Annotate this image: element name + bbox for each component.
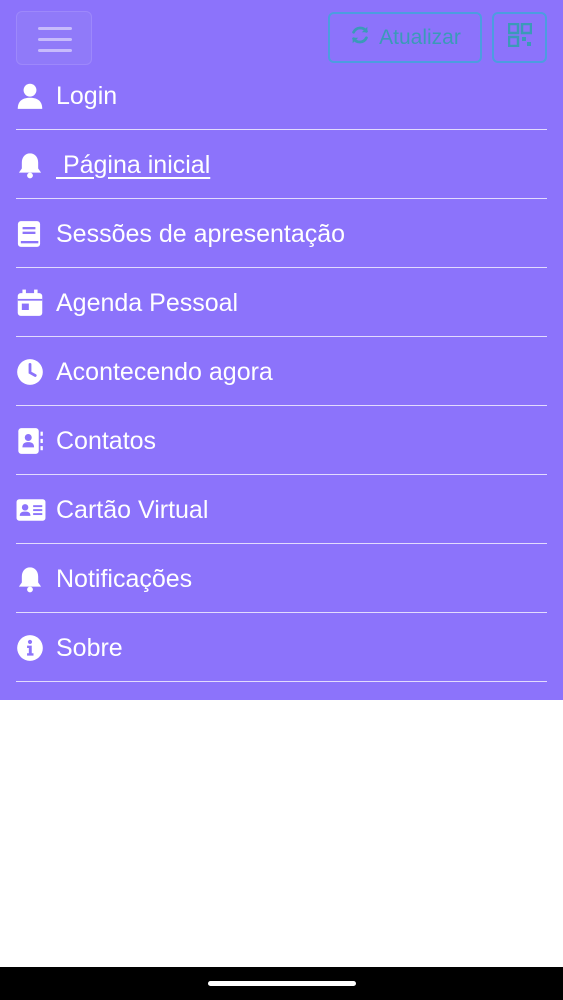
menu-list: Login Página inicial Sessões de apresent…	[16, 61, 547, 682]
user-icon	[16, 79, 50, 113]
menu-item-label: Notificações	[56, 564, 193, 593]
clock-icon	[16, 355, 50, 389]
info-icon	[16, 631, 50, 665]
menu-item-label: Agenda Pessoal	[56, 288, 239, 317]
menu-item-notificacoes[interactable]: Notificações	[16, 544, 547, 613]
menu-item-label: Contatos	[56, 426, 157, 455]
refresh-icon	[349, 24, 371, 52]
qr-code-icon	[507, 22, 532, 52]
refresh-button[interactable]: Atualizar	[328, 12, 482, 63]
menu-item-sobre[interactable]: Sobre	[16, 613, 547, 682]
calendar-icon	[16, 286, 50, 320]
menu-item-label: Login	[56, 81, 118, 110]
hamburger-menu-button[interactable]	[16, 11, 92, 65]
hamburger-bar	[38, 38, 72, 41]
navigation-drawer: Atualizar Login Página inicial Sessões d…	[0, 0, 563, 700]
system-navigation-bar	[0, 967, 563, 1000]
menu-item-cartao-virtual[interactable]: Cartão Virtual	[16, 475, 547, 544]
menu-item-acontecendo[interactable]: Acontecendo agora	[16, 337, 547, 406]
hamburger-bar	[38, 49, 72, 52]
home-indicator[interactable]	[208, 981, 356, 986]
menu-item-agenda[interactable]: Agenda Pessoal	[16, 268, 547, 337]
menu-item-label: Acontecendo agora	[56, 357, 273, 386]
bell-icon	[16, 562, 50, 596]
qr-code-button[interactable]	[492, 12, 547, 63]
menu-item-label: Sobre	[56, 633, 123, 662]
menu-item-contatos[interactable]: Contatos	[16, 406, 547, 475]
address-book-icon	[16, 424, 50, 458]
menu-item-sessoes[interactable]: Sessões de apresentação	[16, 199, 547, 268]
id-card-icon	[16, 493, 50, 527]
menu-item-login[interactable]: Login	[16, 61, 547, 130]
refresh-button-label: Atualizar	[379, 25, 461, 49]
book-icon	[16, 217, 50, 251]
menu-item-label: Página inicial	[56, 150, 211, 179]
bell-icon	[16, 148, 50, 182]
menu-item-label: Cartão Virtual	[56, 495, 209, 524]
menu-item-pagina-inicial[interactable]: Página inicial	[16, 130, 547, 199]
hamburger-bar	[38, 27, 72, 30]
menu-item-label: Sessões de apresentação	[56, 219, 346, 248]
